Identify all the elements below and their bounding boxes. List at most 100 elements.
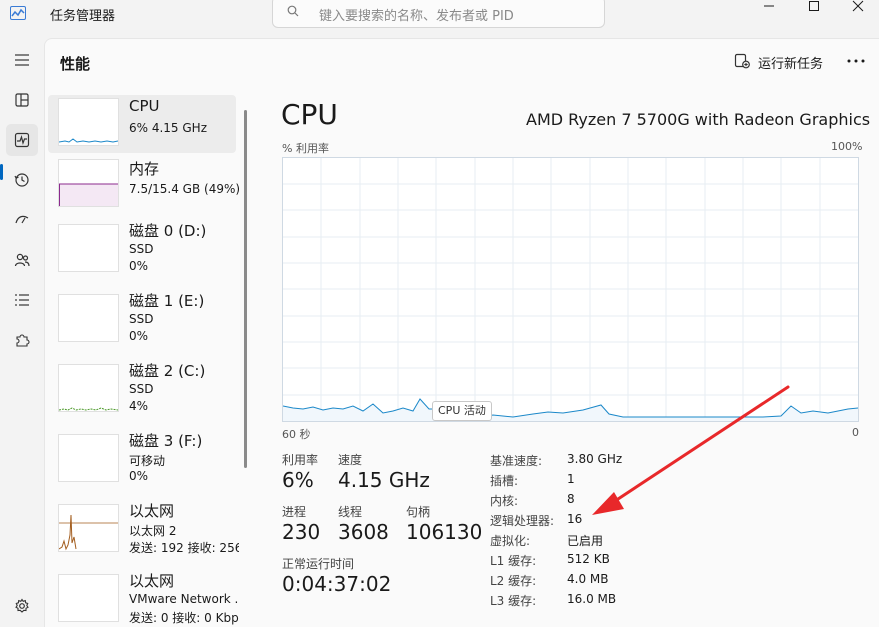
more-icon [847,59,865,63]
spec-value: 已启用 [567,534,604,548]
run-new-task-label: 运行新任务 [758,57,824,72]
sidebar-item-title: 以太网 [129,502,175,520]
sidebar-item-sub: 可移动 [129,454,166,468]
sidebar-item-title: 磁盘 3 (F:) [129,432,203,450]
spec-label: 虚拟化: [490,534,531,548]
sidebar-item-title: 磁盘 2 (C:) [129,362,206,380]
sidebar-item-usage: 0% [129,469,149,483]
sidebar-item-sub: SSD [129,382,154,396]
sidebar-item-disk-1[interactable]: 磁盘 1 (E:) SSD 0% [48,288,236,346]
sidebar-item-title: CPU [129,97,160,115]
nav-settings[interactable] [6,590,38,622]
close-icon [852,0,864,12]
page-title: 性能 [60,55,91,73]
nav-services[interactable] [6,324,38,356]
sidebar-item-memory[interactable]: 内存 7.5/15.4 GB (49%) [48,156,240,214]
disk-1-thumbnail [58,294,119,342]
spec-value: 16.0 MB [567,592,617,606]
maximize-icon [809,1,819,11]
app-title: 任务管理器 [50,9,116,24]
maximize-button[interactable] [792,0,836,24]
utilization-label: 利用率 [282,453,319,467]
spec-value: 1 [567,472,575,486]
cpu-thumbnail-graph [58,138,119,143]
ethernet-2-thumbnail [58,574,119,622]
sidebar-item-title: 以太网 [129,572,175,590]
title-bar: 任务管理器 键入要搜索的名称、发布者或 PID [0,0,879,32]
threads-value: 3608 [338,520,389,544]
memory-thumbnail-graph [59,183,118,206]
run-task-icon [734,53,750,69]
processes-value: 230 [282,520,321,544]
spec-label: L2 缓存: [490,574,537,588]
sidebar-item-throughput: 发送: 192 接收: 256 [129,541,239,555]
hamburger-icon [15,54,29,66]
disk-2-thumbnail-graph [58,407,119,411]
spec-label: 内核: [490,494,519,508]
cpu-utilization-graph [282,157,859,422]
processes-icon [15,93,29,107]
sidebar-item-disk-0[interactable]: 磁盘 0 (D:) SSD 0% [48,218,236,276]
sidebar-scrollbar[interactable] [244,110,247,468]
search-input[interactable]: 键入要搜索的名称、发布者或 PID [319,5,514,24]
sidebar-item-sub: SSD [129,312,154,326]
handles-value: 106130 [406,520,483,544]
sidebar-item-sub: 6% 4.15 GHz [129,121,208,135]
disk-2-thumbnail [58,364,119,412]
graph-axis-left: 60 秒 [282,428,311,441]
disk-3-thumbnail [58,434,119,482]
more-options-button[interactable] [846,52,866,73]
nav-startup-apps[interactable] [6,204,38,236]
active-indicator [0,164,3,180]
memory-thumbnail [58,159,119,207]
ethernet-1-thumbnail [58,504,119,552]
close-button[interactable] [836,0,879,24]
sidebar-item-cpu[interactable]: CPU 6% 4.15 GHz [48,95,236,153]
sidebar-item-usage: 4% [129,399,149,413]
nav-details[interactable] [6,284,38,316]
uptime-value: 0:04:37:02 [282,572,392,596]
services-puzzle-icon [16,334,30,347]
sidebar-item-sub: SSD [129,242,154,256]
search-icon [287,5,299,17]
users-icon [14,253,30,267]
spec-label: 插槽: [490,474,519,488]
graph-axis-right: 0 [852,426,859,439]
sidebar-item-title: 内存 [129,160,160,178]
sidebar-item-disk-2[interactable]: 磁盘 2 (C:) SSD 4% [48,358,236,416]
minimize-icon [764,5,774,7]
minimize-button[interactable] [747,0,791,24]
nav-performance[interactable] [6,124,38,156]
ethernet-1-thumbnail-graph [58,514,118,551]
details-list-icon [15,294,29,306]
spec-value: 4.0 MB [567,572,609,586]
spec-label: 基准速度: [490,454,543,468]
nav-processes[interactable] [6,84,38,116]
settings-gear-icon [15,598,29,613]
cpu-activity-tooltip: CPU 活动 [432,401,492,421]
nav-app-history[interactable] [6,164,38,196]
sidebar-item-ethernet-1[interactable]: 以太网 以太网 2 发送: 192 接收: 256 [48,498,239,556]
search-box[interactable]: 键入要搜索的名称、发布者或 PID [272,0,605,28]
sidebar-item-sub: 7.5/15.4 GB (49%) [129,182,241,196]
task-manager-app-icon [10,6,26,20]
spec-value: 512 KB [567,552,610,566]
cpu-thumbnail [58,98,119,146]
detail-title: CPU [281,98,338,131]
spec-label: L1 缓存: [490,554,537,568]
graph-label-max: 100% [831,140,863,153]
spec-value: 3.80 GHz [567,452,623,466]
speed-value: 4.15 GHz [338,468,430,492]
cpu-graph-plot [282,158,859,421]
performance-icon [14,132,30,148]
spec-value: 16 [567,512,583,526]
handles-label: 句柄 [406,505,431,519]
cpu-model-name: AMD Ryzen 7 5700G with Radeon Graphics [526,110,871,129]
sidebar-item-sub: VMware Network ... [129,592,239,606]
sidebar-item-disk-3[interactable]: 磁盘 3 (F:) 可移动 0% [48,428,236,486]
sidebar-item-usage: 0% [129,329,149,343]
hamburger-menu-button[interactable] [6,44,38,76]
sidebar-item-title: 磁盘 1 (E:) [129,292,205,310]
sidebar-item-ethernet-2[interactable]: 以太网 VMware Network ... 发送: 0 接收: 0 Kbps [48,568,239,626]
nav-users[interactable] [6,244,38,276]
